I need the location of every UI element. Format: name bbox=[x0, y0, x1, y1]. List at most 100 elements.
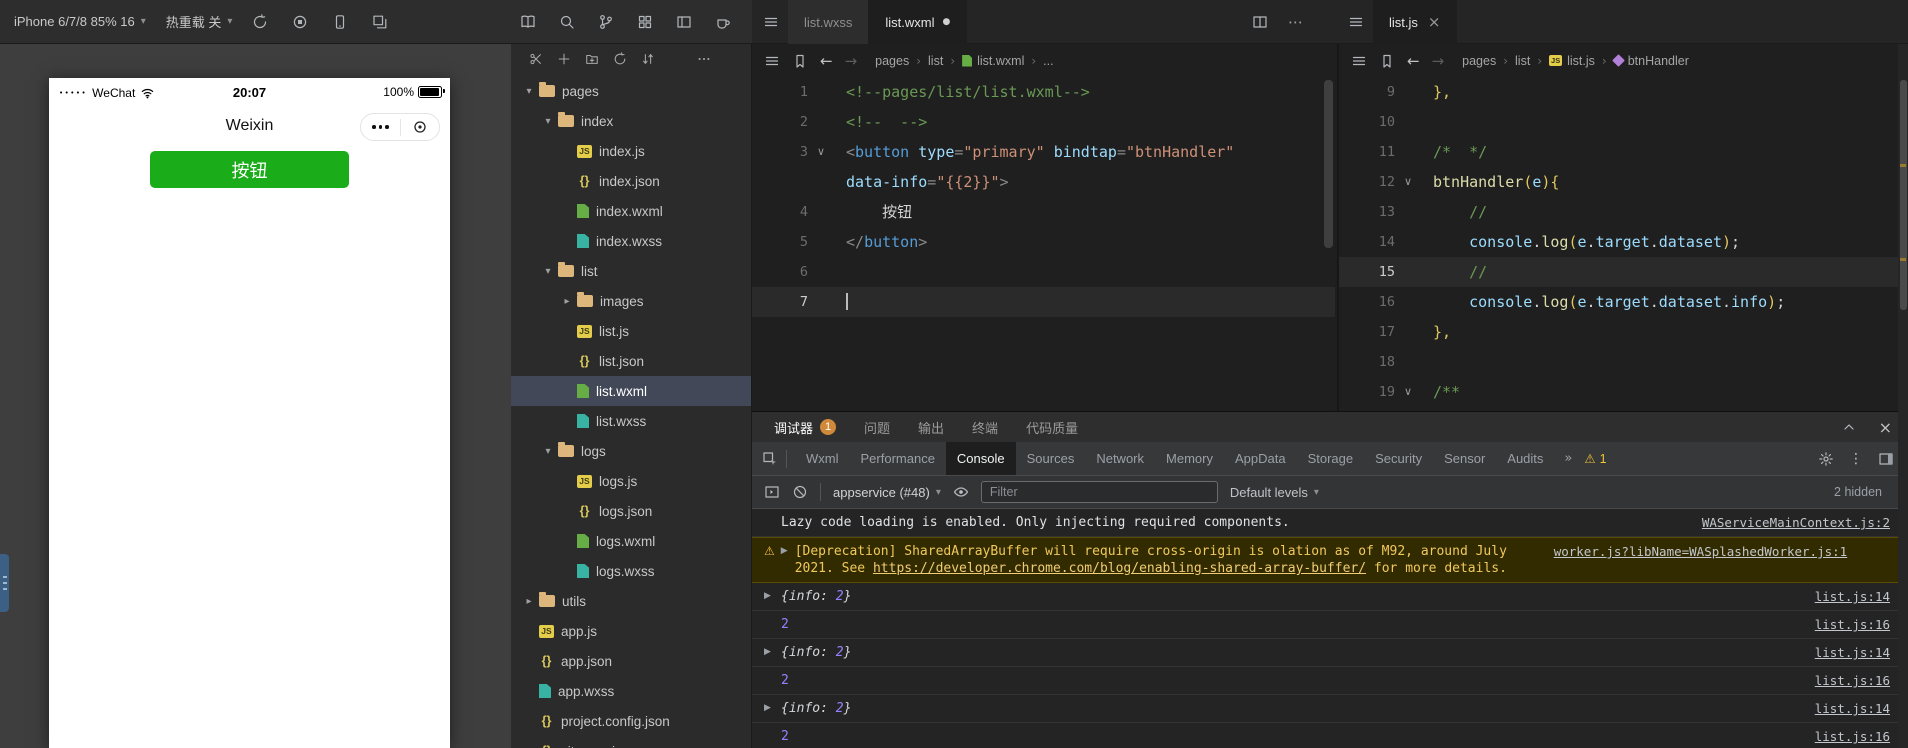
code-line[interactable]: 9}, bbox=[1339, 77, 1908, 107]
breadcrumb-item-list.wxml[interactable]: list.wxml bbox=[962, 54, 1024, 68]
devtools-tab-Sources[interactable]: Sources bbox=[1016, 442, 1086, 475]
tree-item-list[interactable]: ▾ list bbox=[511, 256, 751, 286]
tree-item-index.wxml[interactable]: index.wxml bbox=[511, 196, 751, 226]
close-icon[interactable]: × bbox=[1879, 418, 1892, 437]
tree-item-index.json[interactable]: {} index.json bbox=[511, 166, 751, 196]
debugger-tab-调试器[interactable]: 调试器 1 bbox=[774, 418, 837, 437]
editor-left-tab-list.wxss[interactable]: list.wxss bbox=[788, 0, 870, 44]
list-icon[interactable] bbox=[764, 53, 780, 69]
console-message[interactable]: ⚠ ▶ [Deprecation] SharedArrayBuffer will r… bbox=[752, 537, 1908, 583]
tree-item-logs.json[interactable]: {} logs.json bbox=[511, 496, 751, 526]
devtools-tab-Sensor[interactable]: Sensor bbox=[1433, 442, 1496, 475]
devtools-tab-Audits[interactable]: Audits bbox=[1496, 442, 1554, 475]
source-link[interactable]: WAServiceMainContext.js:2 bbox=[1702, 514, 1890, 531]
devtools-tab-Network[interactable]: Network bbox=[1085, 442, 1155, 475]
code-line[interactable]: 11 /* */ bbox=[1339, 137, 1908, 167]
source-link[interactable]: list.js:16 bbox=[1815, 616, 1890, 633]
tree-item-index.wxss[interactable]: index.wxss bbox=[511, 226, 751, 256]
expand-icon[interactable]: ▶ bbox=[764, 701, 771, 713]
gear-icon[interactable] bbox=[1818, 451, 1834, 467]
debugger-tab-终端[interactable]: 终端 bbox=[972, 418, 998, 437]
multi-window-icon[interactable] bbox=[372, 14, 388, 30]
code-line[interactable]: 12 ∨ btnHandler(e){ bbox=[1339, 167, 1908, 197]
phone-preview-icon[interactable] bbox=[332, 14, 348, 30]
new-folder-icon[interactable] bbox=[585, 52, 599, 66]
capsule-home-icon[interactable] bbox=[401, 114, 440, 140]
more-icon[interactable] bbox=[697, 52, 711, 66]
code-area[interactable]: 9}, 10 11/* */12 ∨ btnHandler(e){13 //14 con… bbox=[1339, 77, 1908, 411]
file-tree[interactable]: ▾ pages ▾ index JS index.js {} index.json index.… bbox=[511, 76, 751, 748]
primary-button[interactable]: 按钮 bbox=[150, 151, 349, 188]
tab-overflow-icon[interactable]: » bbox=[1564, 451, 1572, 466]
code-line[interactable]: 15 // bbox=[1339, 257, 1908, 287]
devtools-tab-Performance[interactable]: Performance bbox=[850, 442, 946, 475]
devtools-tab-Memory[interactable]: Memory bbox=[1155, 442, 1224, 475]
tree-item-images[interactable]: ▸ images bbox=[511, 286, 751, 316]
code-line[interactable]: 10 bbox=[1339, 107, 1908, 137]
devtools-tab-Wxml[interactable]: Wxml bbox=[795, 442, 850, 475]
code-line[interactable]: 16 console.log(e.target.dataset.info); bbox=[1339, 287, 1908, 317]
tree-item-app.js[interactable]: JS app.js bbox=[511, 616, 751, 646]
code-line[interactable]: 5 </button> bbox=[752, 227, 1335, 257]
tree-item-list.wxml[interactable]: list.wxml bbox=[511, 376, 751, 406]
code-line[interactable]: 6 bbox=[752, 257, 1335, 287]
search-icon[interactable] bbox=[559, 14, 575, 30]
source-link[interactable]: list.js:14 bbox=[1815, 700, 1890, 717]
debugger-tab-输出[interactable]: 输出 bbox=[918, 418, 944, 437]
tree-item-logs.wxss[interactable]: logs.wxss bbox=[511, 556, 751, 586]
tree-item-list.wxss[interactable]: list.wxss bbox=[511, 406, 751, 436]
tree-item-utils[interactable]: ▸ utils bbox=[511, 586, 751, 616]
code-line[interactable]: 4 按钮 bbox=[752, 197, 1335, 227]
expand-icon[interactable]: ▶ bbox=[764, 589, 771, 601]
tree-item-list.json[interactable]: {} list.json bbox=[511, 346, 751, 376]
editor-right-tab-list.js[interactable]: list.js × bbox=[1373, 0, 1458, 44]
context-selector[interactable]: appservice (#48) ▾ bbox=[833, 485, 941, 500]
breadcrumb-item-btnHandler[interactable]: btnHandler bbox=[1611, 54, 1689, 68]
code-line[interactable]: 2 <!-- --> bbox=[752, 107, 1335, 137]
console-message[interactable]: 2 list.js:16 bbox=[752, 611, 1908, 639]
tree-item-index.js[interactable]: JS index.js bbox=[511, 136, 751, 166]
code-line[interactable]: 18 bbox=[1339, 347, 1908, 377]
tree-expand-icon[interactable]: ▾ bbox=[540, 266, 556, 277]
git-branch-icon[interactable] bbox=[598, 14, 614, 30]
bookmark-icon[interactable] bbox=[1379, 53, 1395, 69]
new-file-icon[interactable] bbox=[557, 52, 571, 66]
tree-item-pages[interactable]: ▾ pages bbox=[511, 76, 751, 106]
scissors-icon[interactable] bbox=[529, 52, 543, 66]
coffee-icon[interactable] bbox=[715, 14, 731, 30]
split-editor-icon[interactable] bbox=[1252, 14, 1268, 30]
console-messages[interactable]: Lazy code loading is enabled. Only injec… bbox=[752, 509, 1908, 748]
refresh-icon[interactable] bbox=[613, 52, 627, 66]
tree-item-index[interactable]: ▾ index bbox=[511, 106, 751, 136]
source-link[interactable]: list.js:16 bbox=[1815, 672, 1890, 689]
hot-reload-toggle[interactable]: 热重载 关 ▾ bbox=[166, 12, 233, 31]
code-line[interactable]: 7 bbox=[752, 287, 1335, 317]
back-arrow-icon[interactable]: ← bbox=[1407, 52, 1420, 70]
capsule-more-icon[interactable] bbox=[361, 114, 400, 140]
dock-handle[interactable] bbox=[0, 554, 9, 612]
editor-scrollbar[interactable] bbox=[1324, 80, 1333, 248]
source-link[interactable]: list.js:14 bbox=[1815, 588, 1890, 605]
filter-input[interactable] bbox=[980, 481, 1218, 503]
code-line[interactable]: 3 ∨ <button type="primary" bindtap="btnHan… bbox=[752, 137, 1335, 167]
tree-expand-icon[interactable]: ▾ bbox=[540, 446, 556, 457]
tab-close-icon[interactable]: × bbox=[1428, 13, 1441, 31]
code-line[interactable]: 13 // bbox=[1339, 197, 1908, 227]
grid-icon[interactable] bbox=[637, 14, 653, 30]
log-levels-selector[interactable]: Default levels ▾ bbox=[1230, 485, 1319, 500]
breadcrumb-item-list[interactable]: list bbox=[928, 54, 943, 68]
warning-count-badge[interactable]: ⚠ 1 bbox=[1584, 451, 1606, 466]
fold-icon[interactable]: ∨ bbox=[1395, 167, 1421, 197]
layout-panel-icon[interactable] bbox=[676, 14, 692, 30]
fold-icon[interactable]: ∨ bbox=[808, 137, 834, 167]
console-message[interactable]: ▶ {info: 2} list.js:14 bbox=[752, 583, 1908, 611]
source-link[interactable]: list.js:16 bbox=[1815, 728, 1890, 745]
back-arrow-icon[interactable]: ← bbox=[820, 52, 833, 70]
tree-expand-icon[interactable]: ▾ bbox=[521, 86, 537, 97]
device-selector[interactable]: iPhone 6/7/8 85% 16 ▾ bbox=[14, 14, 146, 29]
forward-arrow-icon[interactable]: → bbox=[1432, 52, 1445, 70]
window-scrollbar[interactable] bbox=[1898, 44, 1908, 748]
inspect-cursor-icon[interactable] bbox=[762, 451, 778, 467]
console-message[interactable]: 2 list.js:16 bbox=[752, 667, 1908, 695]
scrollbar-thumb[interactable] bbox=[1899, 80, 1907, 310]
